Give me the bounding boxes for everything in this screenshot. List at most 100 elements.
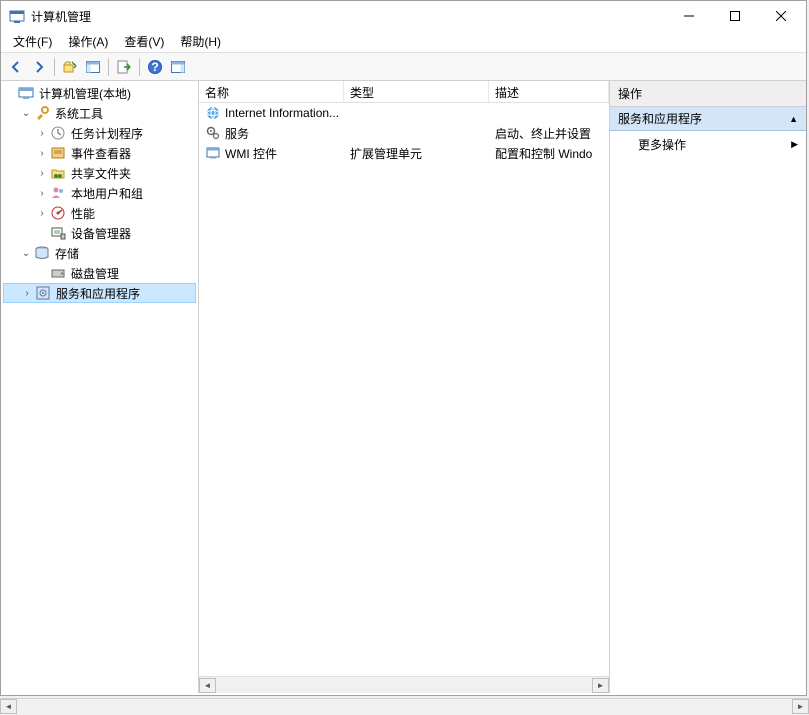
action-label: 更多操作 xyxy=(638,136,686,153)
scroll-left-button[interactable]: ◄ xyxy=(0,699,17,714)
tree-label: 任务计划程序 xyxy=(69,125,145,142)
tree-label: 共享文件夹 xyxy=(69,165,133,182)
back-button[interactable] xyxy=(5,56,27,78)
forward-button[interactable] xyxy=(28,56,50,78)
expand-icon[interactable]: › xyxy=(35,168,49,179)
services-icon xyxy=(35,285,51,301)
horizontal-scrollbar[interactable]: ◄ ► xyxy=(199,676,609,693)
tree-services-apps[interactable]: › 服务和应用程序 xyxy=(3,283,196,303)
up-button[interactable] xyxy=(59,56,81,78)
cell-name: 服务 xyxy=(225,125,249,142)
window-title: 计算机管理 xyxy=(31,8,666,25)
users-icon xyxy=(50,185,66,201)
collapse-icon[interactable]: ⌄ xyxy=(19,108,33,119)
show-hide-action-button[interactable] xyxy=(167,56,189,78)
show-hide-tree-button[interactable] xyxy=(82,56,104,78)
iis-icon xyxy=(205,105,221,121)
cell-description: 启动、终止并设置 xyxy=(495,125,591,142)
tree-storage[interactable]: ⌄ 存储 xyxy=(3,243,196,263)
list-row[interactable]: Internet Information... xyxy=(199,103,609,123)
scroll-right-button[interactable]: ► xyxy=(592,678,609,693)
cell-description: 配置和控制 Windo xyxy=(495,145,592,162)
menu-view[interactable]: 查看(V) xyxy=(116,31,172,52)
tree-label: 性能 xyxy=(69,205,97,222)
expand-icon[interactable]: › xyxy=(35,188,49,199)
content-area: 计算机管理(本地) ⌄ 系统工具 › 任务计划程序 › 事件查看器 › 共享文件… xyxy=(1,81,806,693)
cell-name: WMI 控件 xyxy=(225,145,277,162)
clock-icon xyxy=(50,125,66,141)
list-row[interactable]: 服务 启动、终止并设置 xyxy=(199,123,609,143)
action-section[interactable]: 服务和应用程序 ▲ xyxy=(610,107,806,131)
minimize-button[interactable] xyxy=(666,2,712,30)
performance-icon xyxy=(50,205,66,221)
column-name[interactable]: 名称 xyxy=(199,81,344,102)
app-icon xyxy=(9,8,25,24)
expand-icon[interactable]: › xyxy=(20,288,34,299)
menu-file[interactable]: 文件(F) xyxy=(5,31,60,52)
outer-horizontal-scrollbar[interactable]: ◄ ► xyxy=(0,698,809,715)
toolbar-separator xyxy=(139,58,140,76)
scroll-left-button[interactable]: ◄ xyxy=(199,678,216,693)
window-controls xyxy=(666,2,804,30)
scroll-right-button[interactable]: ► xyxy=(792,699,809,714)
expand-icon[interactable]: › xyxy=(35,148,49,159)
list-header: 名称 类型 描述 xyxy=(199,81,609,103)
wmi-icon xyxy=(205,145,221,161)
export-button[interactable] xyxy=(113,56,135,78)
menubar: 文件(F) 操作(A) 查看(V) 帮助(H) xyxy=(1,31,806,53)
tree-disk-management[interactable]: 磁盘管理 xyxy=(3,263,196,283)
tree-label: 本地用户和组 xyxy=(69,185,145,202)
action-more[interactable]: 更多操作 ▶ xyxy=(610,131,806,158)
action-pane-header: 操作 xyxy=(610,81,806,107)
tools-icon xyxy=(34,105,50,121)
expand-icon[interactable]: › xyxy=(35,128,49,139)
collapse-icon[interactable]: ⌄ xyxy=(19,248,33,259)
tree-device-manager[interactable]: 设备管理器 xyxy=(3,223,196,243)
tree-label: 存储 xyxy=(53,245,81,262)
toolbar: ? xyxy=(1,53,806,81)
toolbar-separator xyxy=(108,58,109,76)
tree-label: 系统工具 xyxy=(53,105,105,122)
toolbar-separator xyxy=(54,58,55,76)
action-pane: 操作 服务和应用程序 ▲ 更多操作 ▶ xyxy=(610,81,806,693)
tree-label: 服务和应用程序 xyxy=(54,285,142,302)
computer-management-window: 计算机管理 文件(F) 操作(A) 查看(V) 帮助(H) ? 计算机管理(本地 xyxy=(0,0,807,696)
menu-help[interactable]: 帮助(H) xyxy=(172,31,229,52)
scroll-track[interactable] xyxy=(17,699,792,714)
tree-label: 计算机管理(本地) xyxy=(37,85,133,102)
close-button[interactable] xyxy=(758,2,804,30)
shared-folder-icon xyxy=(50,165,66,181)
tree-system-tools[interactable]: ⌄ 系统工具 xyxy=(3,103,196,123)
menu-action[interactable]: 操作(A) xyxy=(60,31,116,52)
svg-text:?: ? xyxy=(151,60,158,74)
expand-icon[interactable]: › xyxy=(35,208,49,219)
cell-type: 扩展管理单元 xyxy=(350,145,422,162)
action-section-title: 服务和应用程序 xyxy=(618,110,702,127)
column-type[interactable]: 类型 xyxy=(344,81,489,102)
tree-root[interactable]: 计算机管理(本地) xyxy=(3,83,196,103)
list-pane: 名称 类型 描述 Internet Information... 服务 xyxy=(199,81,610,693)
storage-icon xyxy=(34,245,50,261)
cell-name: Internet Information... xyxy=(225,106,339,120)
tree-local-users[interactable]: › 本地用户和组 xyxy=(3,183,196,203)
gears-icon xyxy=(205,125,221,141)
tree-label: 事件查看器 xyxy=(69,145,133,162)
collapse-icon: ▲ xyxy=(789,114,798,124)
tree-pane[interactable]: 计算机管理(本地) ⌄ 系统工具 › 任务计划程序 › 事件查看器 › 共享文件… xyxy=(1,81,199,693)
tree-label: 磁盘管理 xyxy=(69,265,121,282)
list-row[interactable]: WMI 控件 扩展管理单元 配置和控制 Windo xyxy=(199,143,609,163)
titlebar: 计算机管理 xyxy=(1,1,806,31)
tree-performance[interactable]: › 性能 xyxy=(3,203,196,223)
tree-shared-folders[interactable]: › 共享文件夹 xyxy=(3,163,196,183)
list-body[interactable]: Internet Information... 服务 启动、终止并设置 xyxy=(199,103,609,676)
help-button[interactable]: ? xyxy=(144,56,166,78)
disk-icon xyxy=(50,265,66,281)
event-icon xyxy=(50,145,66,161)
submenu-icon: ▶ xyxy=(791,139,798,150)
tree-event-viewer[interactable]: › 事件查看器 xyxy=(3,143,196,163)
tree-label: 设备管理器 xyxy=(69,225,133,242)
scroll-track[interactable] xyxy=(216,678,592,693)
maximize-button[interactable] xyxy=(712,2,758,30)
tree-task-scheduler[interactable]: › 任务计划程序 xyxy=(3,123,196,143)
column-description[interactable]: 描述 xyxy=(489,81,609,102)
